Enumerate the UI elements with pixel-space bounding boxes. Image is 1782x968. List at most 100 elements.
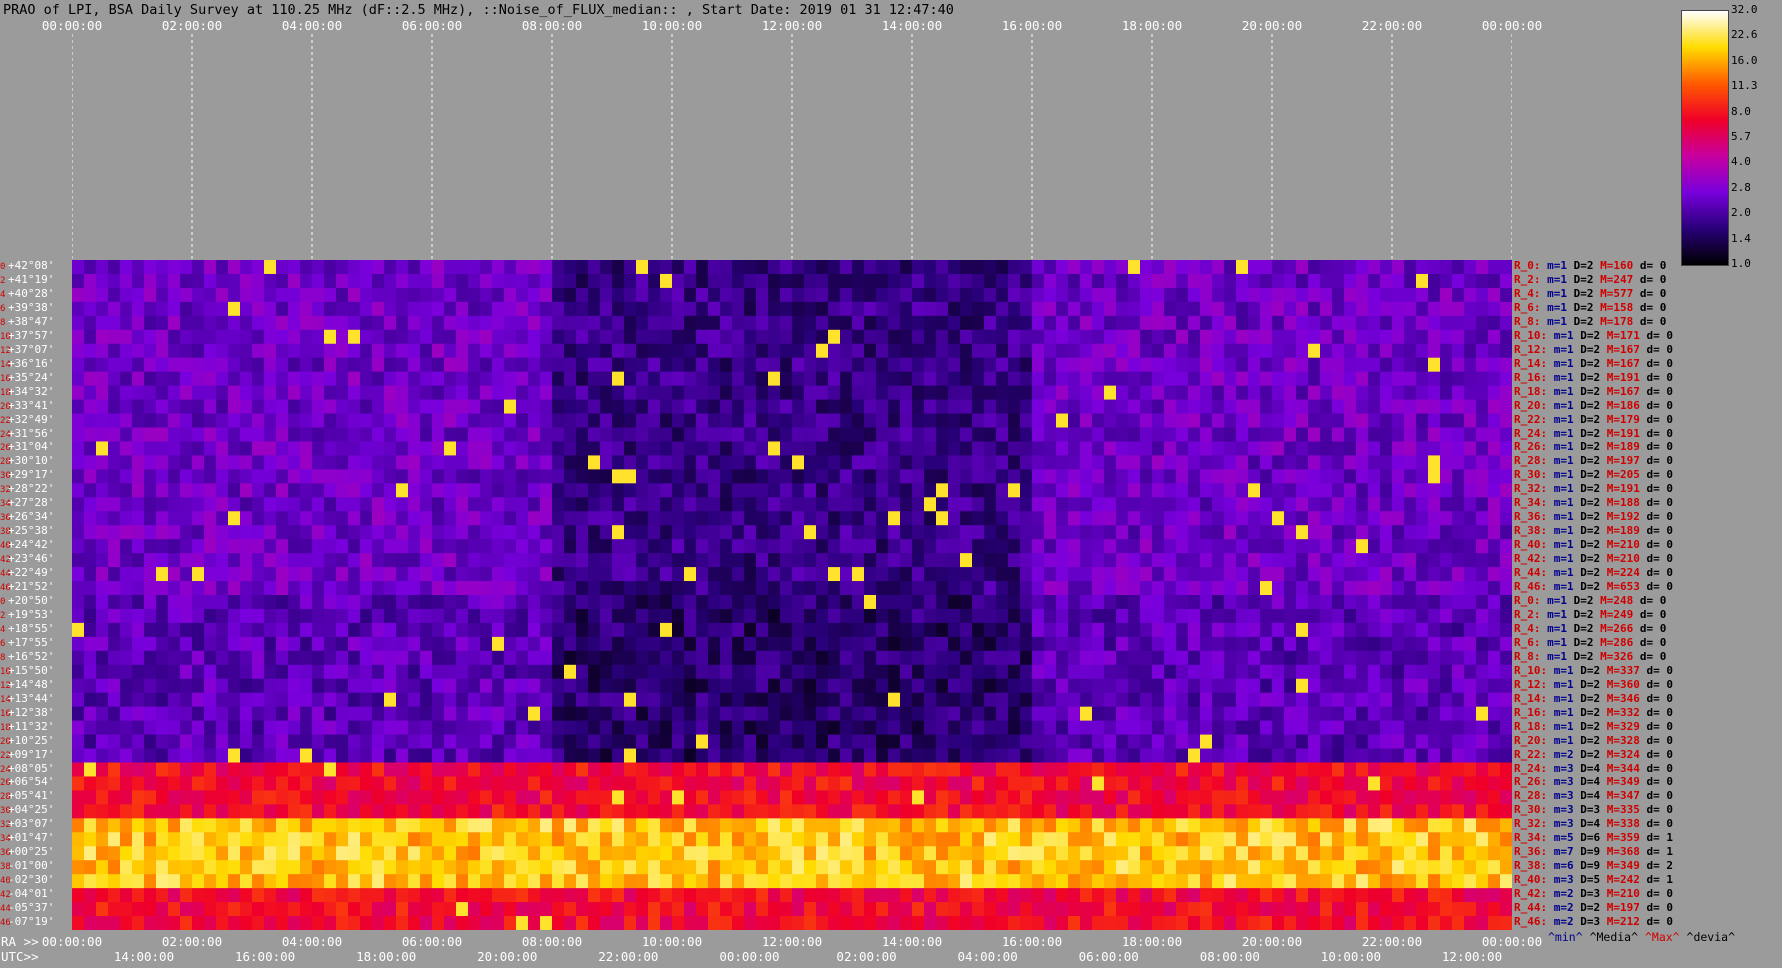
heatmap-cell [708, 664, 721, 680]
heatmap-cell [1308, 553, 1321, 568]
heatmap-cell [1116, 567, 1129, 582]
heatmap-cell [636, 287, 649, 303]
heatmap-cell [396, 553, 409, 568]
heatmap-cell [492, 427, 505, 442]
heatmap-cell [1140, 748, 1153, 763]
heatmap-cell [1500, 581, 1512, 596]
heatmap-cell [1236, 315, 1249, 331]
heatmap-cell [288, 315, 301, 331]
heatmap-cell [276, 832, 289, 847]
heatmap-cell [1488, 790, 1501, 805]
heatmap-cell [804, 595, 817, 610]
heatmap-cell [528, 678, 541, 694]
heatmap-cell [156, 287, 169, 303]
heatmap-cell [732, 818, 745, 833]
heatmap-cell [1392, 469, 1405, 484]
heatmap-cell [252, 273, 265, 289]
heatmap-cell [1440, 301, 1453, 317]
heatmap-cell [1464, 636, 1477, 652]
heatmap-cell [1044, 776, 1057, 791]
heatmap-cell [348, 525, 361, 540]
heatmap-cell [384, 385, 397, 401]
heatmap-cell [132, 511, 145, 526]
heatmap-cell [1140, 706, 1153, 722]
heatmap-cell [1380, 706, 1393, 722]
heatmap-cell [1212, 427, 1225, 442]
heatmap-cell [612, 567, 625, 582]
heatmap-cell [672, 357, 685, 373]
heatmap-cell [444, 287, 457, 303]
top-tick-label: 22:00:00 [1361, 18, 1423, 33]
heatmap-cell [852, 525, 865, 540]
heatmap-cell [888, 497, 901, 512]
heatmap-cell [1488, 678, 1501, 694]
heatmap-cell [1128, 273, 1141, 289]
heatmap-cell [108, 804, 121, 819]
heatmap-cell [1104, 567, 1117, 582]
heatmap-cell [936, 301, 949, 317]
heatmap-cell [852, 497, 865, 512]
heatmap-cell [588, 622, 601, 638]
heatmap-cell [1260, 357, 1273, 373]
heatmap-cell [1284, 399, 1297, 415]
heatmap-cell [1284, 581, 1297, 596]
heatmap-cell [288, 832, 301, 847]
heatmap-cell [1008, 581, 1021, 596]
top-tick-label: 18:00:00 [1121, 18, 1183, 33]
heatmap-cell [732, 734, 745, 750]
heatmap-cell [984, 776, 997, 791]
heatmap-cell [624, 664, 637, 680]
heatmap-cell [72, 539, 85, 554]
heatmap-cell [1248, 371, 1261, 387]
heatmap-cell [336, 776, 349, 791]
heatmap-cell [144, 385, 157, 401]
heatmap-cell [1128, 525, 1141, 540]
heatmap-cell [468, 273, 481, 289]
heatmap-cell [204, 692, 217, 708]
heatmap-cell [516, 273, 529, 289]
heatmap-cell [480, 553, 493, 568]
heatmap-cell [1044, 260, 1057, 275]
heatmap-cell [1068, 818, 1081, 833]
heatmap-cell [1068, 371, 1081, 387]
heatmap-cell [1176, 399, 1189, 415]
heatmap-cell [708, 804, 721, 819]
heatmap-cell [132, 804, 145, 819]
heatmap-cell [504, 762, 517, 777]
heatmap-cell [756, 567, 769, 582]
heatmap-cell [708, 511, 721, 526]
heatmap-cell [228, 692, 241, 708]
heatmap-cell [1008, 539, 1021, 554]
heatmap-cell [360, 720, 373, 736]
heatmap-cell [432, 273, 445, 289]
heatmap-cell [1284, 762, 1297, 777]
heatmap-cell [1248, 539, 1261, 554]
heatmap-cell [408, 539, 421, 554]
heatmap-cell [384, 706, 397, 722]
heatmap-cell [576, 427, 589, 442]
heatmap-cell [564, 455, 577, 470]
heatmap-cell [708, 567, 721, 582]
heatmap-cell [840, 706, 853, 722]
heatmap-cell [1464, 706, 1477, 722]
heatmap-cell [156, 567, 169, 582]
heatmap-cell [1476, 441, 1489, 456]
heatmap-cell [648, 539, 661, 554]
heatmap-cell [1308, 776, 1321, 791]
heatmap-cell [1140, 608, 1153, 624]
heatmap-cell [1212, 371, 1225, 387]
heatmap-cell [1392, 553, 1405, 568]
heatmap-cell [912, 511, 925, 526]
heatmap-cell [1236, 260, 1249, 275]
heatmap-cell [312, 692, 325, 708]
heatmap-cell [1140, 776, 1153, 791]
heatmap-cell [420, 273, 433, 289]
heatmap-cell [684, 497, 697, 512]
heatmap-cell [1320, 790, 1333, 805]
heatmap-cell [384, 525, 397, 540]
heatmap-cell [1440, 469, 1453, 484]
heatmap-cell [552, 706, 565, 722]
heatmap-cell [816, 455, 829, 470]
heatmap-cell [1404, 399, 1417, 415]
heatmap-cell [564, 511, 577, 526]
